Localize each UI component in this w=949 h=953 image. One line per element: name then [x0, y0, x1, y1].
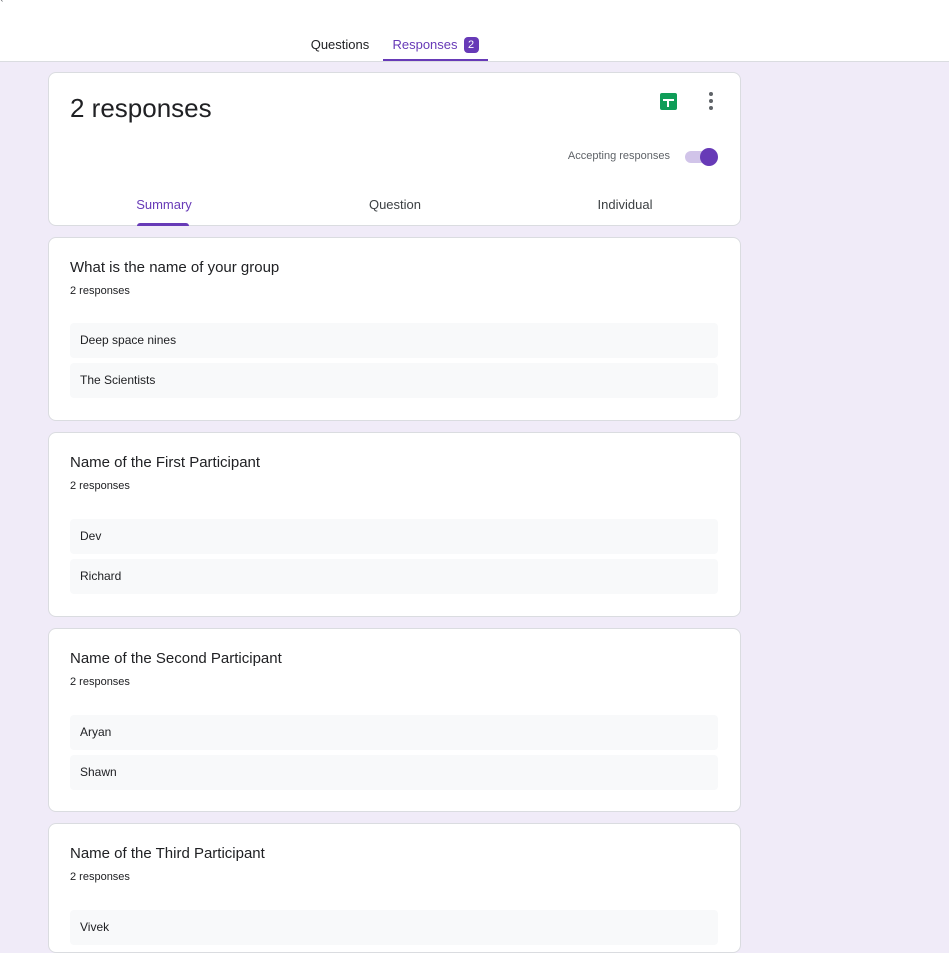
answer-item: Shawn	[70, 755, 718, 790]
question-card: Name of the First Participant 2 response…	[48, 432, 741, 617]
question-title: Name of the Third Participant	[70, 845, 265, 862]
tab-questions-label: Questions	[310, 37, 370, 52]
question-card: Name of the Third Participant 2 response…	[48, 823, 741, 953]
toggle-knob	[700, 148, 718, 166]
response-count: 2 responses	[70, 480, 130, 492]
responses-count-badge: 2	[463, 37, 479, 53]
tab-questions[interactable]: Questions	[300, 30, 380, 61]
accepting-responses-toggle[interactable]	[684, 146, 720, 168]
responses-header-card: 2 responses Accepting responses Summary …	[48, 72, 741, 226]
active-tab-indicator	[137, 223, 189, 226]
question-title: Name of the Second Participant	[70, 650, 282, 667]
response-count: 2 responses	[70, 285, 130, 297]
corner-mark: ‹	[0, 0, 3, 5]
tab-summary[interactable]: Summary	[49, 197, 279, 226]
tab-responses-label: Responses	[392, 37, 458, 52]
question-card: Name of the Second Participant 2 respons…	[48, 628, 741, 812]
tab-individual[interactable]: Individual	[510, 197, 740, 226]
tab-question[interactable]: Question	[280, 197, 510, 226]
tab-individual-label: Individual	[597, 197, 653, 212]
top-bar: ‹ Questions Responses 2	[0, 0, 949, 62]
tab-question-label: Question	[368, 197, 422, 212]
tab-responses[interactable]: Responses 2	[383, 30, 488, 61]
sheets-icon[interactable]	[660, 93, 677, 110]
response-count: 2 responses	[70, 676, 130, 688]
more-vert-icon[interactable]	[701, 90, 721, 114]
answer-item: The Scientists	[70, 363, 718, 398]
question-title: Name of the First Participant	[70, 454, 261, 471]
response-count: 2 responses	[70, 871, 130, 883]
answer-item: Vivek	[70, 910, 718, 945]
question-card: What is the name of your group 2 respons…	[48, 237, 741, 421]
responses-title: 2 responses	[70, 93, 212, 123]
answer-item: Deep space nines	[70, 323, 718, 358]
accepting-responses-label: Accepting responses	[567, 150, 670, 162]
answer-item: Dev	[70, 519, 718, 554]
answer-item: Aryan	[70, 715, 718, 750]
question-title: What is the name of your group	[70, 259, 280, 276]
tab-summary-label: Summary	[136, 197, 192, 212]
answer-item: Richard	[70, 559, 718, 594]
